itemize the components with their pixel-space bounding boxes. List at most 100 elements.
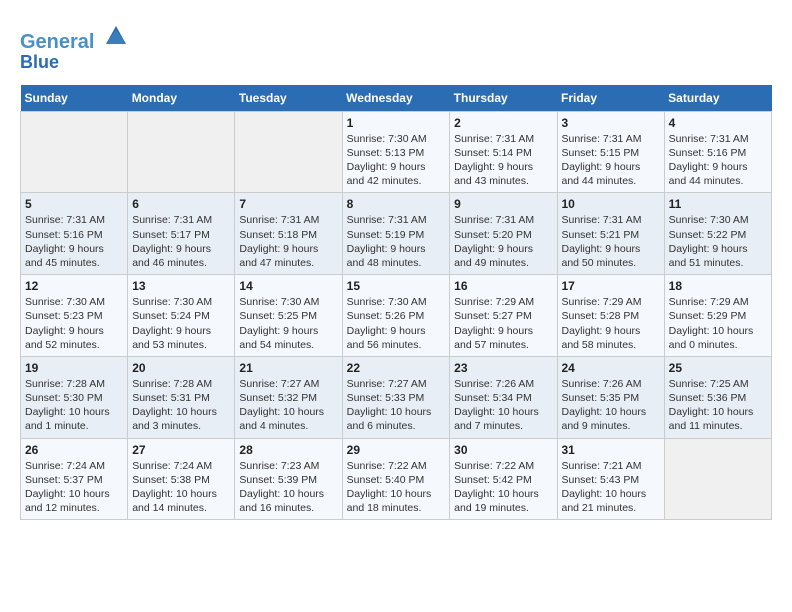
day-info: Sunrise: 7:22 AM Sunset: 5:42 PM Dayligh… [454,459,552,516]
day-number: 28 [239,443,337,457]
day-number: 12 [25,279,123,293]
day-cell [235,111,342,193]
day-number: 10 [562,197,660,211]
day-number: 16 [454,279,552,293]
day-cell: 19Sunrise: 7:28 AM Sunset: 5:30 PM Dayli… [21,356,128,438]
day-cell: 24Sunrise: 7:26 AM Sunset: 5:35 PM Dayli… [557,356,664,438]
day-cell: 31 Sunrise: 7:21 AM Sunset: 5:43 PM Dayli… [557,438,664,520]
logo: General Blue [20,20,130,73]
day-number: 11 [669,197,767,211]
day-number: 20 [132,361,230,375]
week-row-2: 5 Sunrise: 7:31 AM Sunset: 5:16 PM Daylig… [21,193,772,275]
day-cell [128,111,235,193]
day-info: Sunrise: 7:31 AM Sunset: 5:16 PM Dayligh… [25,213,123,270]
day-number: 4 [669,116,767,130]
day-number: 13 [132,279,230,293]
day-cell: 26 Sunrise: 7:24 AM Sunset: 5:37 PM Dayli… [21,438,128,520]
day-number: 14 [239,279,337,293]
day-number: 25 [669,361,767,375]
day-info: Sunrise: 7:24 AM Sunset: 5:38 PM Dayligh… [132,459,230,516]
day-number: 30 [454,443,552,457]
logo-icon [102,20,130,48]
header: General Blue [20,20,772,73]
day-number: 6 [132,197,230,211]
day-number: 29 [347,443,446,457]
day-info: Sunrise: 7:26 AM Sunset: 5:34 PM Dayligh… [454,377,552,434]
day-number: 23 [454,361,552,375]
day-number: 15 [347,279,446,293]
day-number: 7 [239,197,337,211]
day-info: Sunrise: 7:30 AM Sunset: 5:13 PM Dayligh… [347,132,446,189]
day-cell: 30 Sunrise: 7:22 AM Sunset: 5:42 PM Dayli… [450,438,557,520]
day-cell: 17Sunrise: 7:29 AM Sunset: 5:28 PM Dayli… [557,275,664,357]
day-info: Sunrise: 7:29 AM Sunset: 5:29 PM Dayligh… [669,295,767,352]
day-info: Sunrise: 7:31 AM Sunset: 5:19 PM Dayligh… [347,213,446,270]
day-number: 26 [25,443,123,457]
day-info: Sunrise: 7:31 AM Sunset: 5:20 PM Dayligh… [454,213,552,270]
day-number: 9 [454,197,552,211]
day-cell: 5 Sunrise: 7:31 AM Sunset: 5:16 PM Daylig… [21,193,128,275]
day-cell: 2Sunrise: 7:31 AM Sunset: 5:14 PM Daylig… [450,111,557,193]
day-info: Sunrise: 7:29 AM Sunset: 5:28 PM Dayligh… [562,295,660,352]
day-number: 21 [239,361,337,375]
day-info: Sunrise: 7:31 AM Sunset: 5:18 PM Dayligh… [239,213,337,270]
day-cell: 21 Sunrise: 7:27 AM Sunset: 5:32 PM Dayli… [235,356,342,438]
day-info: Sunrise: 7:31 AM Sunset: 5:16 PM Dayligh… [669,132,767,189]
day-info: Sunrise: 7:30 AM Sunset: 5:23 PM Dayligh… [25,295,123,352]
day-cell: 16Sunrise: 7:29 AM Sunset: 5:27 PM Dayli… [450,275,557,357]
day-cell: 29Sunrise: 7:22 AM Sunset: 5:40 PM Dayli… [342,438,450,520]
week-row-3: 12 Sunrise: 7:30 AM Sunset: 5:23 PM Dayli… [21,275,772,357]
day-cell: 15 Sunrise: 7:30 AM Sunset: 5:26 PM Dayli… [342,275,450,357]
day-info: Sunrise: 7:31 AM Sunset: 5:21 PM Dayligh… [562,213,660,270]
day-cell: 9 Sunrise: 7:31 AM Sunset: 5:20 PM Daylig… [450,193,557,275]
weekday-saturday: Saturday [664,85,771,112]
day-info: Sunrise: 7:24 AM Sunset: 5:37 PM Dayligh… [25,459,123,516]
day-cell: 1 Sunrise: 7:30 AM Sunset: 5:13 PM Daylig… [342,111,450,193]
day-cell: 25Sunrise: 7:25 AM Sunset: 5:36 PM Dayli… [664,356,771,438]
day-cell [21,111,128,193]
day-number: 2 [454,116,552,130]
day-number: 27 [132,443,230,457]
weekday-header-row: SundayMondayTuesdayWednesdayThursdayFrid… [21,85,772,112]
day-cell: 3 Sunrise: 7:31 AM Sunset: 5:15 PM Daylig… [557,111,664,193]
weekday-thursday: Thursday [450,85,557,112]
day-cell: 13Sunrise: 7:30 AM Sunset: 5:24 PM Dayli… [128,275,235,357]
day-cell: 7 Sunrise: 7:31 AM Sunset: 5:18 PM Daylig… [235,193,342,275]
logo-text: General [20,20,130,53]
day-info: Sunrise: 7:23 AM Sunset: 5:39 PM Dayligh… [239,459,337,516]
weekday-wednesday: Wednesday [342,85,450,112]
day-cell: 18Sunrise: 7:29 AM Sunset: 5:29 PM Dayli… [664,275,771,357]
day-cell: 4 Sunrise: 7:31 AM Sunset: 5:16 PM Daylig… [664,111,771,193]
day-cell: 23 Sunrise: 7:26 AM Sunset: 5:34 PM Dayli… [450,356,557,438]
day-number: 8 [347,197,446,211]
week-row-5: 26 Sunrise: 7:24 AM Sunset: 5:37 PM Dayli… [21,438,772,520]
day-number: 3 [562,116,660,130]
day-info: Sunrise: 7:30 AM Sunset: 5:25 PM Dayligh… [239,295,337,352]
day-info: Sunrise: 7:30 AM Sunset: 5:26 PM Dayligh… [347,295,446,352]
day-info: Sunrise: 7:31 AM Sunset: 5:15 PM Dayligh… [562,132,660,189]
logo-blue: Blue [20,53,130,73]
calendar-table: SundayMondayTuesdayWednesdayThursdayFrid… [20,85,772,520]
day-number: 19 [25,361,123,375]
day-info: Sunrise: 7:30 AM Sunset: 5:22 PM Dayligh… [669,213,767,270]
weekday-sunday: Sunday [21,85,128,112]
day-number: 1 [347,116,446,130]
day-number: 5 [25,197,123,211]
day-info: Sunrise: 7:26 AM Sunset: 5:35 PM Dayligh… [562,377,660,434]
day-cell: 11 Sunrise: 7:30 AM Sunset: 5:22 PM Dayli… [664,193,771,275]
day-info: Sunrise: 7:27 AM Sunset: 5:33 PM Dayligh… [347,377,446,434]
day-cell: 27 Sunrise: 7:24 AM Sunset: 5:38 PM Dayli… [128,438,235,520]
day-cell: 22 Sunrise: 7:27 AM Sunset: 5:33 PM Dayli… [342,356,450,438]
weekday-friday: Friday [557,85,664,112]
day-info: Sunrise: 7:27 AM Sunset: 5:32 PM Dayligh… [239,377,337,434]
logo-general: General [20,31,94,53]
day-cell: 12 Sunrise: 7:30 AM Sunset: 5:23 PM Dayli… [21,275,128,357]
day-info: Sunrise: 7:28 AM Sunset: 5:31 PM Dayligh… [132,377,230,434]
day-cell: 20 Sunrise: 7:28 AM Sunset: 5:31 PM Dayli… [128,356,235,438]
day-cell [664,438,771,520]
day-cell: 10 Sunrise: 7:31 AM Sunset: 5:21 PM Dayli… [557,193,664,275]
day-number: 22 [347,361,446,375]
day-info: Sunrise: 7:21 AM Sunset: 5:43 PM Dayligh… [562,459,660,516]
day-number: 31 [562,443,660,457]
day-cell: 6Sunrise: 7:31 AM Sunset: 5:17 PM Daylig… [128,193,235,275]
